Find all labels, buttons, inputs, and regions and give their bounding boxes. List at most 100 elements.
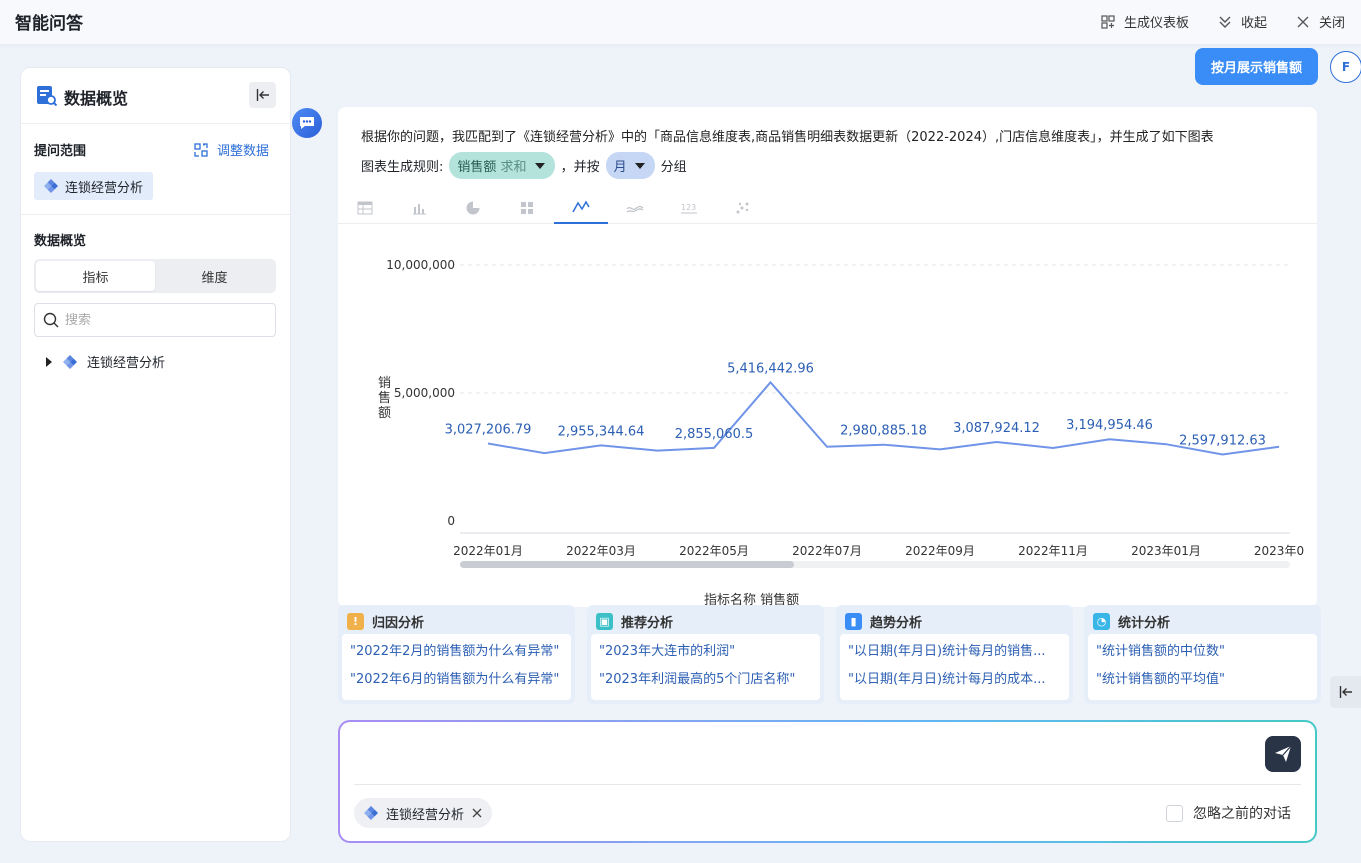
- x-tick-label: 2022年09月: [905, 544, 975, 558]
- collapse-label: 收起: [1240, 16, 1267, 31]
- ignore-previous-checkbox[interactable]: [1166, 804, 1183, 822]
- chat-input-area[interactable]: 连锁经营分析 忽略之前的对话: [340, 722, 1315, 841]
- answer-text: 根据你的问题，我匹配到了《连锁经营分析》中的「商品信息维度表,商品销售明细表数据…: [361, 130, 1214, 145]
- data-label: 3,027,206.79: [445, 423, 532, 438]
- pie-chart-icon: [466, 201, 480, 214]
- chat-input-box: 连锁经营分析 忽略之前的对话: [338, 720, 1317, 843]
- expand-side-panel-button[interactable]: [1330, 676, 1361, 708]
- search-input[interactable]: [65, 312, 255, 328]
- y-tick-label: 5,000,000: [394, 386, 455, 400]
- data-label: 5,416,442.96: [727, 361, 814, 376]
- group-selector[interactable]: 月: [605, 152, 655, 179]
- adjust-data-button[interactable]: 调整数据: [193, 140, 269, 159]
- tab-grid[interactable]: [500, 191, 554, 224]
- data-label: 2,855,060.5: [675, 427, 754, 442]
- dropdown-arrow-icon: [534, 162, 545, 169]
- assistant-avatar: [292, 108, 322, 138]
- tab-bar[interactable]: [392, 191, 446, 224]
- data-label: 2,597,912.63: [1179, 433, 1266, 448]
- panel-header: 数据概览: [21, 68, 290, 124]
- warning-icon: !: [347, 613, 364, 630]
- ignore-previous-label: 忽略之前的对话: [1193, 806, 1291, 822]
- tab-area[interactable]: [608, 191, 662, 224]
- caret-right-icon: [46, 356, 52, 367]
- dashboard-icon: [1101, 14, 1115, 29]
- rule-label: 图表生成规则:: [361, 160, 444, 175]
- collapse-button[interactable]: 收起: [1217, 12, 1267, 31]
- ignore-previous-option[interactable]: 忽略之前的对话: [1166, 803, 1291, 823]
- suggested-question[interactable]: "2022年6月的销售额为什么有异常": [350, 670, 570, 698]
- dataset-icon: [63, 354, 77, 369]
- tree-item-dataset[interactable]: 连锁经营分析: [45, 352, 165, 371]
- x-tick-label: 2022年05月: [679, 544, 749, 558]
- tab-dimensions[interactable]: 维度: [155, 261, 274, 291]
- svg-text:123: 123: [681, 203, 696, 212]
- answer-card: 根据你的问题，我匹配到了《连锁经营分析》中的「商品信息维度表,商品销售明细表数据…: [338, 107, 1317, 607]
- close-icon[interactable]: [472, 808, 482, 818]
- send-button[interactable]: [1265, 736, 1301, 772]
- chart-rule-row: 图表生成规则: 销售额 求和 ，并按 月 分组: [361, 152, 687, 179]
- suggestion-card-header: ▣ 推荐分析: [596, 612, 673, 631]
- swap-icon: [194, 142, 208, 157]
- top-bar: 智能问答 生成仪表板 收起 关闭: [0, 0, 1361, 44]
- x-tick-label: 2022年03月: [566, 544, 636, 558]
- y-tick-label: 10,000,000: [386, 258, 455, 272]
- tab-pie[interactable]: [446, 191, 500, 224]
- bar-chart-icon: [413, 203, 426, 214]
- suggestion-list: "统计销售额的中位数" "统计销售额的平均值": [1088, 634, 1317, 700]
- group-prefix: ，并按: [560, 160, 600, 175]
- x-tick-label: 2023年01月: [1131, 544, 1201, 558]
- suggested-question[interactable]: "2022年2月的销售额为什么有异常": [350, 642, 570, 670]
- scope-label: 提问范围: [34, 144, 87, 159]
- group-suffix: 分组: [660, 160, 687, 175]
- overview-label: 数据概览: [34, 234, 87, 249]
- suggestion-card-title: 趋势分析: [870, 616, 923, 631]
- bar-chart-icon: ▮: [845, 613, 862, 630]
- grid-icon: [521, 201, 533, 214]
- x-tick-label: 2022年01月: [453, 544, 523, 558]
- collapse-panel-button[interactable]: [249, 82, 276, 108]
- search-icon: [43, 312, 59, 328]
- close-button[interactable]: 关闭: [1295, 12, 1345, 31]
- line-chart-icon: [572, 200, 590, 212]
- tab-metrics[interactable]: 指标: [36, 261, 155, 291]
- send-icon: [1275, 745, 1292, 762]
- y-axis-label: 销售额: [378, 376, 391, 421]
- suggestion-card-title: 统计分析: [1118, 616, 1171, 631]
- collapse-left-icon: [1339, 686, 1352, 698]
- suggestion-card-header: ▮ 趋势分析: [845, 612, 922, 631]
- suggested-question[interactable]: "以日期(年月日)统计每月的成本...: [848, 670, 1068, 698]
- suggested-question[interactable]: "统计销售额的平均值": [1096, 670, 1316, 698]
- suggestion-card-header: ◔ 统计分析: [1093, 612, 1170, 631]
- suggestion-card: ! 归因分析 "2022年2月的销售额为什么有异常" "2022年6月的销售额为什么有…: [338, 605, 575, 704]
- metric-selector[interactable]: 销售额 求和: [449, 152, 555, 179]
- suggestion-card: ▮ 趋势分析 "以日期(年月日)统计每月的销售... "以日期(年月日)统计每月的成本…: [836, 605, 1073, 704]
- suggested-question[interactable]: "2023年利润最高的5个门店名称": [599, 670, 819, 698]
- metric-name: 销售额: [457, 160, 497, 175]
- tab-table[interactable]: [338, 191, 392, 224]
- suggestion-list: "以日期(年月日)统计每月的销售... "以日期(年月日)统计每月的成本...: [840, 634, 1069, 700]
- input-dataset-chip: 连锁经营分析: [354, 798, 493, 828]
- tab-line[interactable]: [554, 191, 608, 224]
- generate-dashboard-button[interactable]: 生成仪表板: [1100, 12, 1189, 31]
- data-search-icon: [37, 86, 57, 106]
- scope-chip-label: 连锁经营分析: [65, 180, 144, 196]
- metric-dimension-switch: 指标 维度: [34, 259, 276, 293]
- input-chip-label: 连锁经营分析: [386, 807, 465, 823]
- scope-chip[interactable]: 连锁经营分析: [34, 172, 154, 200]
- top-actions: 生成仪表板 收起 关闭: [1100, 12, 1345, 31]
- data-label: 3,194,954.46: [1066, 418, 1153, 433]
- generate-dashboard-label: 生成仪表板: [1123, 16, 1189, 31]
- area-chart-icon: [626, 205, 644, 213]
- tab-number[interactable]: 123: [662, 191, 716, 224]
- close-label: 关闭: [1318, 16, 1345, 31]
- tab-scatter[interactable]: [716, 191, 770, 224]
- suggested-question[interactable]: "统计销售额的中位数": [1096, 642, 1316, 670]
- suggested-question[interactable]: "2023年大连市的利润": [599, 642, 819, 670]
- scroll-thumb: [460, 561, 794, 568]
- suggested-question[interactable]: "以日期(年月日)统计每月的销售...: [848, 642, 1068, 670]
- chat-bot-icon: [300, 117, 314, 129]
- suggestion-card: ◔ 统计分析 "统计销售额的中位数" "统计销售额的平均值": [1084, 605, 1321, 704]
- metric-aggregation: 求和: [500, 160, 527, 175]
- user-avatar[interactable]: F: [1330, 51, 1361, 83]
